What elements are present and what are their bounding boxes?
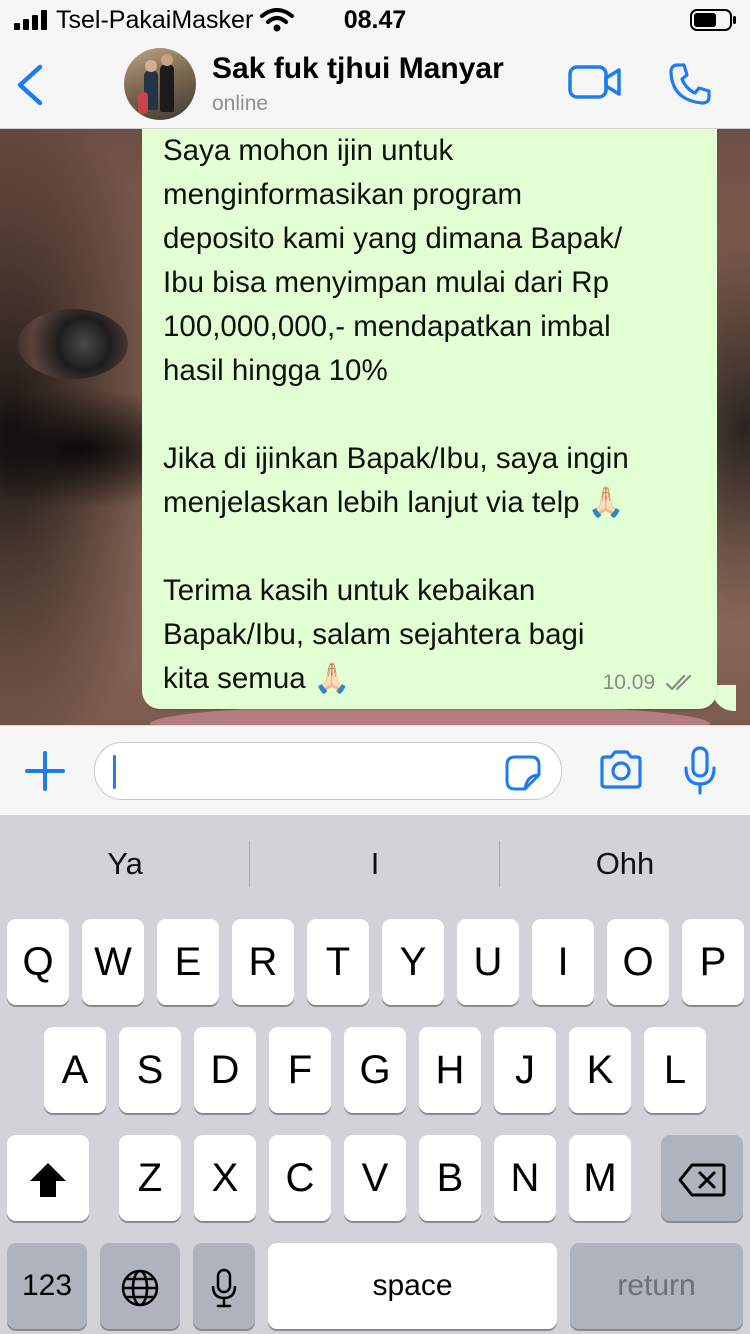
suggestion-3[interactable]: Ohh [500,815,750,913]
key-n[interactable]: N [494,1135,556,1221]
message-time: 10.09 [602,671,656,694]
video-call-icon[interactable] [568,64,622,105]
microphone-icon [211,1264,237,1308]
key-u[interactable]: U [457,919,519,1005]
status-time: 08.47 [343,6,407,34]
message-meta: 10.09 [603,671,697,695]
battery-icon [690,8,738,37]
globe-icon [120,1264,160,1308]
key-z[interactable]: Z [119,1135,181,1221]
shift-key[interactable] [7,1135,89,1221]
key-b[interactable]: B [419,1135,481,1221]
key-m[interactable]: M [569,1135,631,1221]
microphone-icon[interactable] [682,746,718,801]
wallpaper-decoration [18,309,128,379]
return-key[interactable]: return [570,1243,743,1329]
key-t[interactable]: T [307,919,369,1005]
message-input[interactable] [94,742,562,800]
double-check-icon [661,671,697,694]
key-s[interactable]: S [119,1027,181,1113]
message-text: Saya mohon ijin untuk menginformasikan p… [163,134,629,695]
shift-icon [28,1156,68,1200]
message-bubble[interactable]: Saya mohon ijin untuk menginformasikan p… [142,129,717,709]
sticker-icon[interactable] [505,755,541,796]
space-key[interactable]: space [268,1243,557,1329]
key-o[interactable]: O [607,919,669,1005]
key-a[interactable]: A [44,1027,106,1113]
key-h[interactable]: H [419,1027,481,1113]
key-w[interactable]: W [82,919,144,1005]
key-v[interactable]: V [344,1135,406,1221]
contact-avatar[interactable] [124,48,196,120]
key-d[interactable]: D [194,1027,256,1113]
key-p[interactable]: P [682,919,744,1005]
key-y[interactable]: Y [382,919,444,1005]
key-q[interactable]: Q [7,919,69,1005]
suggestion-1[interactable]: Ya [0,815,250,913]
dictation-key[interactable] [193,1243,255,1329]
text-caret [113,755,116,789]
key-c[interactable]: C [269,1135,331,1221]
key-x[interactable]: X [194,1135,256,1221]
plus-icon[interactable] [24,750,66,797]
backspace-icon [678,1156,726,1200]
contact-name[interactable]: Sak fuk tjhui Manyar [212,52,504,86]
key-r[interactable]: R [232,919,294,1005]
keyboard: Ya I Ohh Q W E R T Y U I O P A S D F G H… [0,815,750,1334]
backspace-key[interactable] [661,1135,743,1221]
key-l[interactable]: L [644,1027,706,1113]
key-j[interactable]: J [494,1027,556,1113]
key-f[interactable]: F [269,1027,331,1113]
globe-key[interactable] [100,1243,180,1329]
chat-header: Sak fuk tjhui Manyar online [0,40,750,129]
key-i[interactable]: I [532,919,594,1005]
contact-status: online [212,92,269,115]
phone-icon[interactable] [668,62,712,111]
key-k[interactable]: K [569,1027,631,1113]
status-bar: Tsel-PakaiMasker 08.47 [0,0,750,40]
message-input-bar [0,725,750,816]
camera-icon[interactable] [598,750,644,795]
key-e[interactable]: E [157,919,219,1005]
key-g[interactable]: G [344,1027,406,1113]
chevron-left-icon[interactable] [14,64,44,111]
chat-area: Saya mohon ijin untuk menginformasikan p… [0,129,750,725]
numbers-key[interactable]: 123 [7,1243,87,1329]
suggestion-2[interactable]: I [250,815,500,913]
